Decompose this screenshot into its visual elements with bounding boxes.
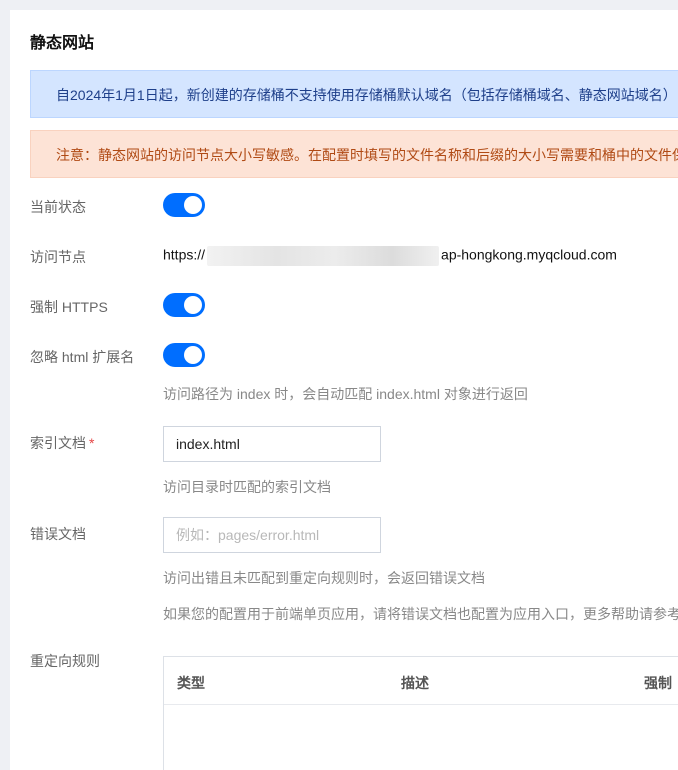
force-https-label: 强制 HTTPS — [30, 299, 108, 315]
index-document-input[interactable] — [163, 426, 381, 462]
static-website-card: 静态网站 自2024年1月1日起，新创建的存储桶不支持使用存储桶默认域名（包括存… — [10, 10, 678, 770]
spa-help: 如果您的配置用于前端单页应用，请将错误文档也配置为应用入口，更多帮助请参考 — [163, 606, 678, 622]
col-force: 强制 — [644, 675, 672, 691]
redirect-rules-table: 类型 描述 强制 — [163, 656, 678, 770]
warning-alert: 注意：静态网站的访问节点大小写敏感。在配置时填写的文件名称和后缀的大小写需要和桶… — [30, 130, 678, 178]
endpoint-suffix: ap-hongkong.myqcloud.com — [441, 246, 617, 263]
error-document-input[interactable] — [163, 517, 381, 553]
index-label: 索引文档 * — [30, 433, 94, 453]
index-help: 访问目录时匹配的索引文档 — [163, 479, 331, 495]
endpoint-label: 访问节点 — [30, 249, 86, 265]
redirect-label: 重定向规则 — [30, 653, 100, 669]
index-label-text: 索引文档 — [30, 435, 86, 451]
ignore-html-label: 忽略 html 扩展名 — [30, 349, 135, 365]
endpoint-value: https:// ap-hongkong.myqcloud.com — [163, 246, 617, 266]
col-type: 类型 — [177, 675, 205, 691]
info-alert: 自2024年1月1日起，新创建的存储桶不支持使用存储桶默认域名（包括存储桶域名、… — [30, 70, 678, 118]
col-desc: 描述 — [401, 675, 429, 691]
ignore-html-toggle[interactable] — [163, 343, 205, 367]
table-header: 类型 描述 强制 — [164, 657, 678, 705]
force-https-toggle[interactable] — [163, 293, 205, 317]
required-mark: * — [89, 435, 95, 451]
toggle-knob — [184, 296, 202, 314]
toggle-knob — [184, 196, 202, 214]
status-toggle[interactable] — [163, 193, 205, 217]
error-label: 错误文档 — [30, 526, 86, 542]
ignore-html-help: 访问路径为 index 时，会自动匹配 index.html 对象进行返回 — [163, 386, 528, 402]
endpoint-prefix: https:// — [163, 246, 206, 263]
error-help: 访问出错且未匹配到重定向规则时，会返回错误文档 — [163, 570, 485, 586]
redacted-mask — [207, 246, 440, 266]
section-title: 静态网站 — [30, 35, 95, 52]
toggle-knob — [184, 346, 202, 364]
status-label: 当前状态 — [30, 199, 86, 215]
